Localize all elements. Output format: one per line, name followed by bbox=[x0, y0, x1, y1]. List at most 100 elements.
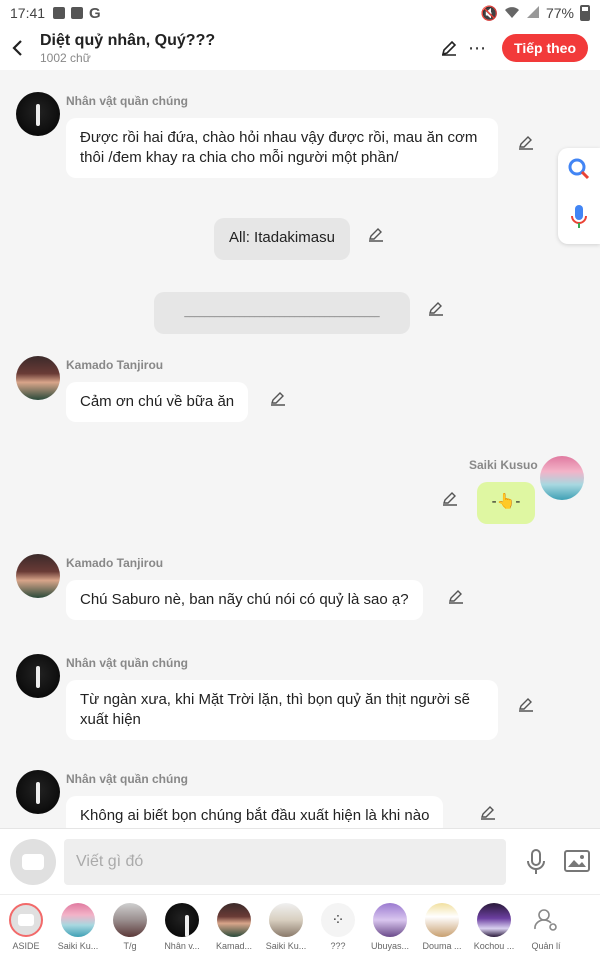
more-icon: ⋯ bbox=[468, 37, 487, 58]
sender-name: Kamado Tanjirou bbox=[66, 556, 164, 570]
character-nhan-vat[interactable]: Nhân v... bbox=[156, 895, 208, 960]
message-row: _______________________________________ bbox=[0, 292, 600, 336]
input-bar bbox=[0, 828, 600, 894]
avatar bbox=[9, 903, 43, 937]
character-saiki[interactable]: Saiki Ku... bbox=[52, 895, 104, 960]
wifi-icon bbox=[504, 5, 520, 22]
avatar[interactable] bbox=[16, 770, 60, 814]
google-voice-button[interactable] bbox=[570, 204, 588, 235]
battery-icon bbox=[580, 5, 590, 21]
chat-area[interactable]: Nhân vật quần chúng Được rồi hai đứa, ch… bbox=[0, 70, 600, 828]
character-label: T/g bbox=[123, 941, 137, 951]
manage-characters-button[interactable]: Quản lí bbox=[520, 895, 572, 960]
message-bubble[interactable]: Cảm ơn chú về bữa ăn bbox=[66, 382, 249, 422]
character-douma[interactable]: Douma ... bbox=[416, 895, 468, 960]
message-row: Nhân vật quần chúng Không ai biết bọn ch… bbox=[0, 770, 600, 828]
edit-message-button[interactable] bbox=[366, 224, 386, 244]
message-bubble[interactable]: Chú Saburo nè, ban nãy chú nói có quỷ là… bbox=[66, 580, 423, 620]
signal-icon bbox=[526, 5, 540, 22]
sender-name: Saiki Kusuo bbox=[469, 458, 538, 472]
next-button[interactable]: Tiếp theo bbox=[502, 34, 588, 62]
voice-input-button[interactable] bbox=[522, 847, 550, 877]
title-block[interactable]: Diệt quỷ nhân, Quý??? 1002 chữ bbox=[34, 31, 436, 65]
story-title: Diệt quỷ nhân, Quý??? bbox=[40, 32, 216, 49]
back-button[interactable] bbox=[0, 26, 34, 70]
message-bubble[interactable]: Từ ngàn xưa, khi Mặt Trời lặn, thì bọn q… bbox=[66, 680, 498, 740]
avatar bbox=[113, 903, 147, 937]
more-options-button[interactable]: ⋯ bbox=[464, 35, 490, 61]
character-label: Douma ... bbox=[422, 941, 462, 951]
edit-message-button[interactable] bbox=[426, 298, 446, 318]
divider-message-bubble[interactable]: _______________________________________ bbox=[154, 292, 410, 334]
avatar bbox=[477, 903, 511, 937]
google-mic-icon bbox=[571, 205, 587, 228]
aside-toggle-button[interactable] bbox=[10, 839, 56, 885]
sender-name: Nhân vật quần chúng bbox=[66, 94, 189, 108]
character-selector: ASIDE Saiki Ku... T/g Nhân v... Kamad...… bbox=[0, 894, 600, 960]
character-unknown[interactable]: ⁘ ??? bbox=[312, 895, 364, 960]
message-input[interactable] bbox=[64, 839, 506, 885]
system-message-bubble[interactable]: All: Itadakimasu bbox=[214, 218, 350, 260]
message-row: Saiki Kusuo -👆- bbox=[0, 456, 600, 526]
message-row: Kamado Tanjirou Chú Saburo nè, ban nãy c… bbox=[0, 554, 600, 624]
chat-header: Diệt quỷ nhân, Quý??? 1002 chữ ⋯ Tiếp th… bbox=[0, 26, 600, 70]
shopping-notification-icon bbox=[71, 7, 84, 19]
avatar bbox=[61, 903, 95, 937]
message-row: Nhân vật quần chúng Từ ngàn xưa, khi Mặt… bbox=[0, 654, 600, 746]
battery-text: 77% bbox=[545, 5, 574, 21]
image-icon bbox=[564, 850, 590, 872]
avatar[interactable] bbox=[540, 456, 584, 500]
message-bubble[interactable]: Không ai biết bọn chúng bắt đầu xuất hiệ… bbox=[66, 796, 444, 828]
avatar[interactable] bbox=[16, 654, 60, 698]
avatar bbox=[269, 903, 303, 937]
pencil-icon bbox=[443, 492, 457, 506]
character-tg[interactable]: T/g bbox=[104, 895, 156, 960]
insert-image-button[interactable] bbox=[564, 849, 592, 875]
pencil-icon bbox=[369, 228, 383, 242]
avatar bbox=[165, 903, 199, 937]
avatar[interactable] bbox=[16, 356, 60, 400]
character-saiki-2[interactable]: Saiki Ku... bbox=[260, 895, 312, 960]
avatar[interactable] bbox=[16, 554, 60, 598]
edit-message-button[interactable] bbox=[516, 694, 536, 714]
gallery-notification-icon bbox=[53, 7, 66, 19]
edit-message-button[interactable] bbox=[478, 802, 498, 822]
status-time: 17:41 bbox=[10, 5, 46, 21]
edit-message-button[interactable] bbox=[446, 586, 466, 606]
google-search-button[interactable] bbox=[567, 157, 591, 186]
status-bar: 17:41 G 🔇 77% bbox=[0, 0, 600, 26]
character-label: Saiki Ku... bbox=[57, 941, 99, 951]
sender-name: Nhân vật quần chúng bbox=[66, 656, 189, 670]
pencil-icon bbox=[429, 302, 443, 316]
avatar bbox=[425, 903, 459, 937]
edit-message-button[interactable] bbox=[440, 488, 460, 508]
pencil-icon bbox=[441, 40, 457, 56]
message-bubble[interactable]: -👆- bbox=[477, 482, 535, 524]
avatar bbox=[373, 903, 407, 937]
sender-name: Kamado Tanjirou bbox=[66, 358, 164, 372]
google-notification-icon: G bbox=[89, 4, 101, 22]
sender-name: Nhân vật quần chúng bbox=[66, 772, 189, 786]
microphone-icon bbox=[527, 849, 545, 874]
edit-story-button[interactable] bbox=[436, 35, 462, 61]
message-bubble[interactable]: Được rồi hai đứa, chào hỏi nhau vậy được… bbox=[66, 118, 498, 178]
avatar bbox=[217, 903, 251, 937]
character-ubuyashiki[interactable]: Ubuyas... bbox=[364, 895, 416, 960]
character-kamado[interactable]: Kamad... bbox=[208, 895, 260, 960]
edit-message-button[interactable] bbox=[268, 388, 288, 408]
message-row: All: Itadakimasu bbox=[0, 218, 600, 262]
pencil-icon bbox=[519, 136, 533, 150]
mute-icon: 🔇 bbox=[480, 4, 498, 21]
google-floating-widget bbox=[558, 148, 600, 244]
character-aside[interactable]: ASIDE bbox=[0, 895, 52, 960]
pencil-icon bbox=[449, 590, 463, 604]
character-label: ??? bbox=[330, 941, 346, 951]
word-count: 1002 chữ bbox=[40, 51, 91, 65]
character-label: Kochou ... bbox=[473, 941, 515, 951]
message-row: Nhân vật quần chúng Được rồi hai đứa, ch… bbox=[0, 92, 600, 184]
message-row: Kamado Tanjirou Cảm ơn chú về bữa ăn bbox=[0, 356, 600, 426]
avatar[interactable] bbox=[16, 92, 60, 136]
character-kochou[interactable]: Kochou ... bbox=[468, 895, 520, 960]
pencil-icon bbox=[481, 806, 495, 820]
edit-message-button[interactable] bbox=[516, 132, 536, 152]
